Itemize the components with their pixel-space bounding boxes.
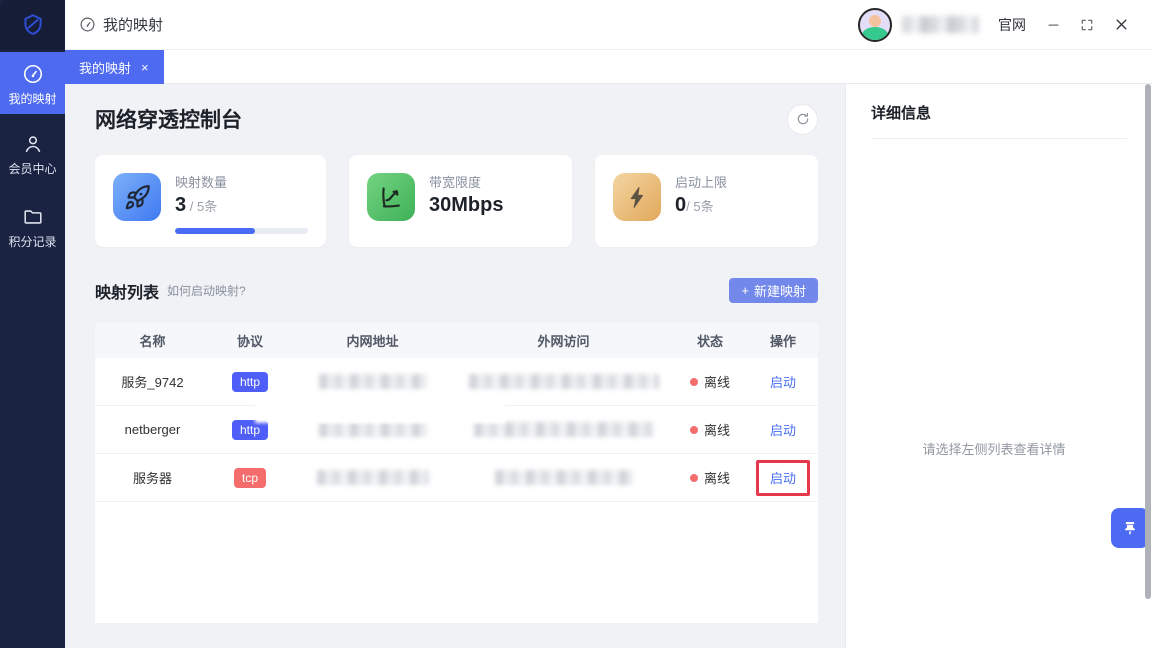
username-censored (902, 16, 978, 33)
column-header: 操作 (769, 334, 796, 349)
stat-value: 3 / 5条 (175, 194, 218, 216)
detail-panel: 详细信息 请选择左侧列表查看详情 (845, 84, 1152, 648)
official-site-link[interactable]: 官网 (998, 15, 1026, 35)
maximize-button[interactable] (1070, 8, 1104, 42)
folder-icon (22, 206, 44, 228)
new-mapping-button[interactable]: + 新建映射 (729, 278, 818, 303)
external-address-censored (468, 374, 659, 389)
mapping-name: netberger (124, 422, 181, 437)
start-action-link[interactable]: 启动 (770, 471, 796, 486)
stat-label: 启动上限 (675, 175, 728, 190)
avatar[interactable] (858, 7, 892, 42)
external-address-censored (473, 422, 654, 437)
main-content: 网络穿透控制台 映射数量 3 / 5条 带宽限度 30Mbps 启动上限 0/ … (65, 84, 845, 648)
bolt-icon (613, 173, 661, 221)
status-text: 离线 (703, 375, 730, 390)
highlight-annotation-box: 启动 (755, 459, 810, 496)
internal-address-censored (316, 470, 429, 485)
column-header: 内网地址 (346, 334, 399, 349)
tab-my-mappings[interactable]: 我的映射 × (65, 50, 164, 84)
status-dot (689, 377, 698, 386)
mapping-name: 服务_9742 (121, 375, 184, 390)
sidebar-item-member-center[interactable]: 会员中心 (0, 122, 65, 187)
topbar-title-text: 我的映射 (103, 17, 164, 34)
mapping-table: 名称 协议 内网地址 外网访问 状态 操作 服务_9742 http 离线 启动… (95, 323, 818, 623)
internal-address-censored (318, 374, 427, 389)
scrollbar-thumb[interactable] (1145, 84, 1151, 599)
page-title: 网络穿透控制台 (95, 109, 242, 132)
table-row[interactable]: 服务器 tcp 离线 启动 (95, 454, 818, 502)
stat-card-mapping-count: 映射数量 3 / 5条 (95, 155, 326, 247)
minimize-button[interactable] (1036, 8, 1070, 42)
sidebar-item-my-mappings[interactable]: 我的映射 (0, 52, 65, 114)
stat-card-start-limit: 启动上限 0/ 5条 (595, 155, 818, 247)
table-header-row: 名称 协议 内网地址 外网访问 状态 操作 (95, 323, 818, 358)
detail-empty-hint: 请选择左侧列表查看详情 (922, 442, 1066, 457)
sidebar-item-points-log[interactable]: 积分记录 (0, 195, 65, 260)
pin-button[interactable] (1111, 508, 1149, 548)
stat-value: 30Mbps (429, 194, 504, 216)
sidebar-item-label: 我的映射 (8, 92, 57, 106)
stat-value: 0/ 5条 (675, 194, 714, 216)
plus-icon: + (741, 283, 749, 298)
stat-card-bandwidth: 带宽限度 30Mbps (349, 155, 572, 247)
sidebar-item-label: 积分记录 (8, 235, 57, 249)
gauge-icon (79, 16, 96, 33)
protocol-badge: tcp (233, 467, 266, 488)
stat-label: 带宽限度 (429, 175, 482, 190)
sidebar: 我的映射 会员中心 积分记录 (0, 0, 65, 648)
censor-patch (255, 397, 505, 423)
column-header: 名称 (139, 334, 166, 349)
how-to-start-link[interactable]: 如何启动映射? (167, 282, 246, 299)
tab-label: 我的映射 (79, 60, 132, 76)
mapping-name: 服务器 (132, 471, 172, 486)
topbar-title: 我的映射 (79, 14, 163, 35)
mapping-progress-bar (175, 228, 308, 234)
stat-label: 映射数量 (175, 175, 228, 190)
rocket-icon (113, 173, 161, 221)
list-title: 映射列表 (95, 284, 160, 302)
start-action-link[interactable]: 启动 (770, 420, 796, 439)
pushpin-icon (1121, 519, 1139, 537)
external-address-censored (494, 470, 633, 485)
tab-close-icon[interactable]: × (141, 60, 149, 75)
gauge-icon (22, 63, 44, 85)
shield-icon (20, 12, 46, 38)
close-button[interactable] (1104, 8, 1138, 42)
column-header: 状态 (696, 334, 723, 349)
status-dot (689, 425, 698, 434)
tab-bar: 我的映射 × (65, 50, 1152, 84)
status-text: 离线 (703, 471, 730, 486)
user-icon (22, 133, 44, 155)
internal-address-censored (318, 422, 427, 437)
divider (871, 138, 1127, 139)
column-header: 协议 (236, 334, 263, 349)
refresh-button[interactable] (787, 103, 818, 135)
status-dot (689, 473, 698, 482)
detail-panel-title: 详细信息 (871, 105, 932, 122)
protocol-badge: http (231, 371, 268, 392)
topbar: 我的映射 官网 (65, 0, 1152, 50)
status-text: 离线 (703, 423, 730, 438)
column-header: 外网访问 (537, 334, 590, 349)
trend-icon (367, 173, 415, 221)
app-logo (0, 0, 65, 50)
sidebar-item-label: 会员中心 (8, 162, 57, 176)
start-action-link[interactable]: 启动 (770, 372, 796, 391)
